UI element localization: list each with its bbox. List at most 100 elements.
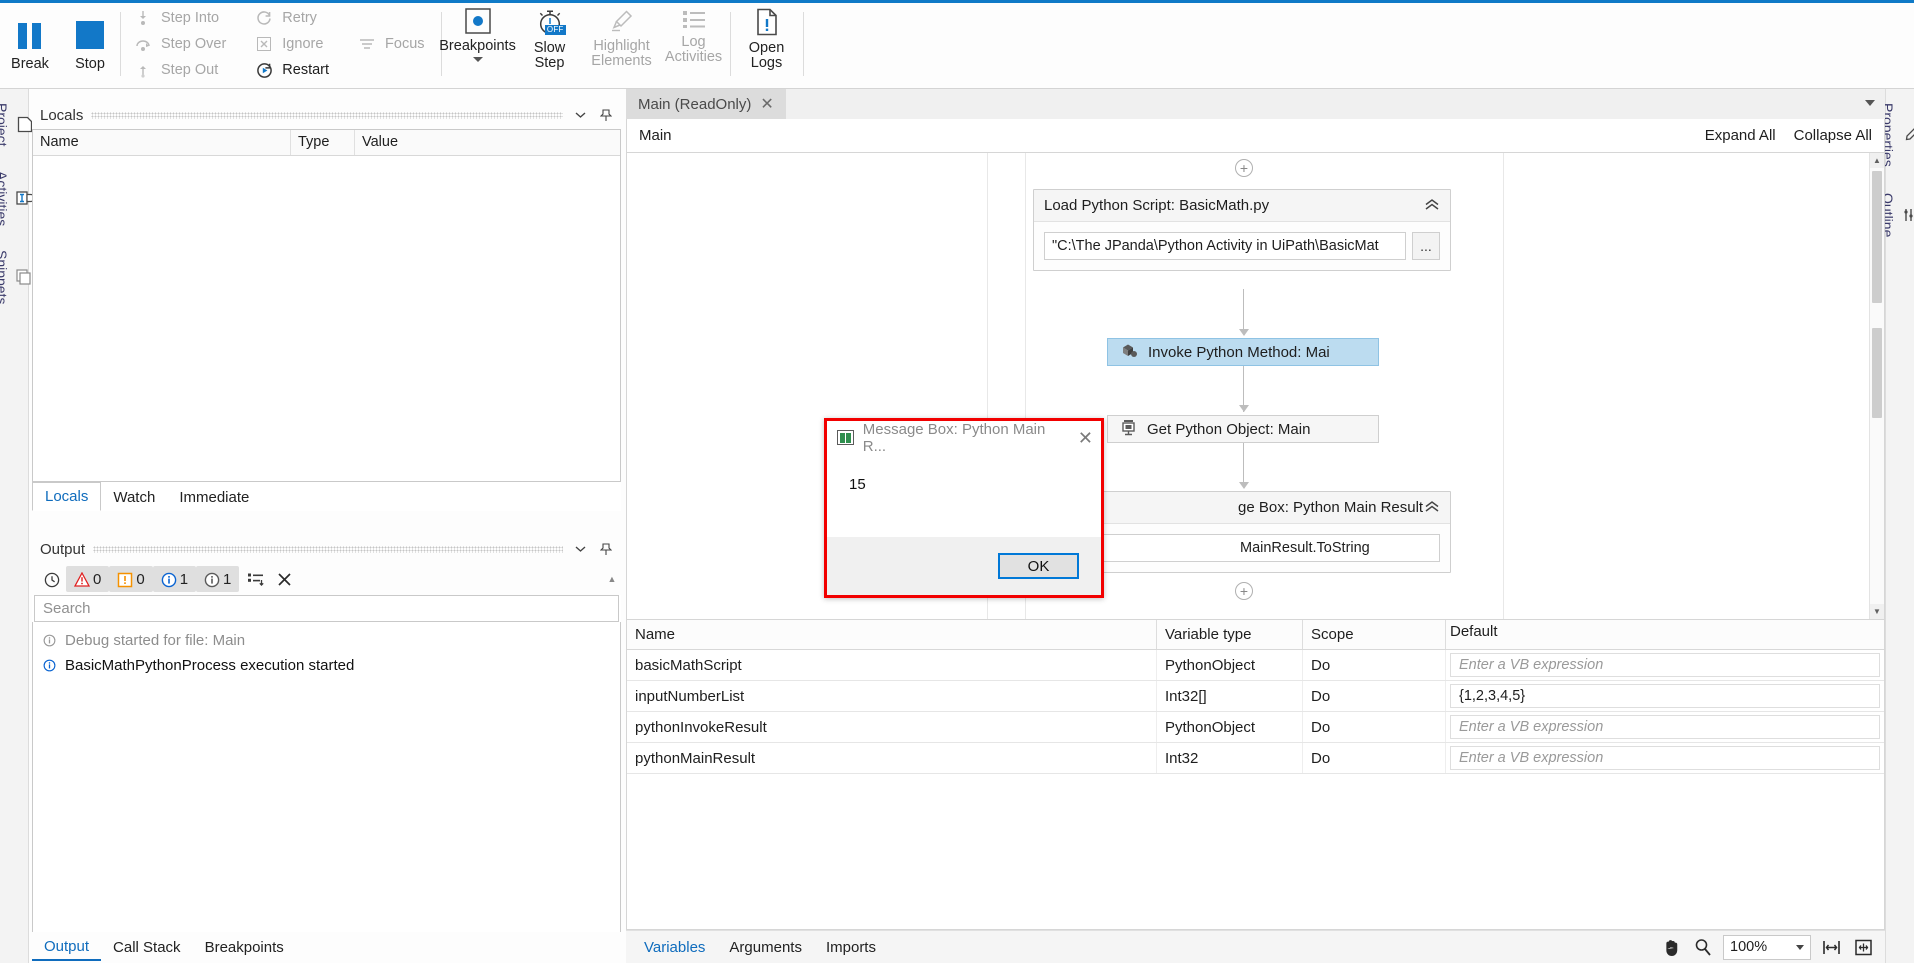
add-activity-after-messagebox[interactable]: + (1235, 582, 1253, 600)
variable-type[interactable]: Int32[] (1157, 681, 1303, 711)
variable-scope[interactable]: Do (1303, 650, 1446, 680)
tab-arguments[interactable]: Arguments (717, 935, 814, 960)
variable-default-input[interactable]: Enter a VB expression (1450, 746, 1880, 770)
output-scroll-nub[interactable]: ▲ (607, 563, 617, 595)
close-icon[interactable]: ✕ (760, 94, 773, 114)
zoom-level-select[interactable]: 100% (1723, 934, 1811, 960)
trace-filter-button[interactable]: 1 (196, 566, 240, 592)
stop-button[interactable]: Stop (60, 0, 120, 88)
fit-to-screen-icon[interactable] (1851, 935, 1875, 959)
expand-all-button[interactable]: Expand All (1705, 127, 1776, 144)
tab-imports[interactable]: Imports (814, 935, 888, 960)
variable-scope[interactable]: Do (1303, 712, 1446, 742)
sidebar-item-snippets[interactable]: Snippets (0, 244, 36, 310)
variable-scope[interactable]: Do (1303, 743, 1446, 773)
get-object-pill[interactable]: Get Python Object: Main (1107, 415, 1379, 443)
output-drag-handle[interactable] (93, 545, 563, 553)
variables-column-scope[interactable]: Scope (1303, 620, 1446, 649)
chevron-down-icon[interactable] (571, 540, 589, 558)
tab-output[interactable]: Output (32, 934, 102, 961)
output-message-list[interactable]: Debug started for file: Main BasicMathPy… (32, 622, 621, 955)
variable-name[interactable]: basicMathScript (627, 650, 1157, 680)
tab-breakpoints[interactable]: Breakpoints (193, 935, 296, 960)
variable-default-input[interactable]: Enter a VB expression (1450, 715, 1880, 739)
variable-default-input[interactable]: Enter a VB expression (1450, 653, 1880, 677)
plus-icon[interactable]: + (1235, 582, 1253, 600)
close-icon[interactable]: ✕ (1078, 429, 1093, 447)
log-activities-button[interactable]: Log Activities (658, 0, 730, 88)
export-logs-button[interactable] (239, 566, 269, 592)
tab-immediate[interactable]: Immediate (167, 484, 261, 511)
clear-output-button[interactable] (269, 566, 299, 592)
variable-name[interactable]: pythonInvokeResult (627, 712, 1157, 742)
message-box-dialog[interactable]: Message Box: Python Main R... ✕ 15 OK (824, 418, 1104, 598)
add-activity-top[interactable]: + (1235, 159, 1253, 177)
fit-to-width-icon[interactable] (1819, 935, 1843, 959)
browse-file-button[interactable]: ... (1412, 232, 1440, 260)
activity-get-python-object[interactable]: Get Python Object: Main (1107, 415, 1379, 443)
activity-load-python-script[interactable]: Load Python Script: BasicMath.py "C:\The… (1033, 189, 1451, 271)
focus-button[interactable]: Focus (353, 32, 433, 56)
variable-type[interactable]: Int32 (1157, 743, 1303, 773)
document-tab-main[interactable]: Main (ReadOnly) ✕ (626, 89, 786, 119)
variable-type[interactable]: PythonObject (1157, 712, 1303, 742)
open-logs-button[interactable]: Open Logs (731, 0, 803, 88)
chevron-down-icon[interactable] (472, 57, 483, 62)
table-row[interactable]: pythonInvokeResult PythonObject Do Enter… (627, 712, 1884, 743)
message-box-titlebar[interactable]: Message Box: Python Main R... ✕ (827, 421, 1101, 455)
output-search-input[interactable]: Search (34, 595, 619, 622)
slow-step-button[interactable]: OFF Slow Step (514, 0, 586, 88)
breakpoints-button[interactable]: Breakpoints (439, 0, 516, 88)
chevron-up-icon[interactable] (1424, 197, 1440, 214)
sidebar-item-activities[interactable]: Activities (0, 165, 36, 232)
scrollbar-thumb[interactable] (1872, 328, 1882, 418)
collapse-all-button[interactable]: Collapse All (1794, 127, 1872, 144)
panel-drag-handle[interactable] (91, 111, 563, 119)
scroll-up-arrow-icon[interactable]: ▲ (1870, 153, 1884, 168)
locals-column-type[interactable]: Type (291, 130, 355, 155)
breadcrumb[interactable]: Main (639, 127, 672, 144)
variable-type[interactable]: PythonObject (1157, 650, 1303, 680)
retry-button[interactable]: Retry (250, 6, 337, 30)
invoke-method-pill[interactable]: Invoke Python Method: Mai (1107, 338, 1379, 366)
break-button[interactable]: Break (0, 0, 60, 88)
pin-icon[interactable] (597, 540, 615, 558)
variables-column-default[interactable]: Default (1446, 620, 1884, 649)
workflow-canvas[interactable]: + Load Python Script: BasicMath.py "C:\T… (626, 153, 1885, 620)
restart-button[interactable]: Restart (250, 58, 337, 82)
pin-icon[interactable] (597, 106, 615, 124)
sidebar-item-project[interactable]: Project (0, 97, 36, 153)
step-over-button[interactable]: Step Over (129, 32, 234, 56)
variable-scope[interactable]: Do (1303, 681, 1446, 711)
chevron-down-icon[interactable] (571, 106, 589, 124)
locals-column-value[interactable]: Value (355, 130, 620, 155)
info-filter-button[interactable]: 1 (152, 566, 197, 592)
step-into-button[interactable]: Step Into (129, 6, 234, 30)
tab-watch[interactable]: Watch (101, 484, 167, 511)
table-row[interactable]: basicMathScript PythonObject Do Enter a … (627, 650, 1884, 681)
chevron-up-icon[interactable] (1424, 499, 1440, 516)
activity-invoke-python-method[interactable]: Invoke Python Method: Mai (1107, 338, 1379, 366)
canvas-vertical-scrollbar[interactable]: ▲ ▼ (1869, 153, 1884, 619)
hand-pan-icon[interactable] (1659, 935, 1683, 959)
output-message-row[interactable]: BasicMathPythonProcess execution started (33, 653, 620, 678)
magnifier-icon[interactable] (1691, 935, 1715, 959)
variable-name[interactable]: inputNumberList (627, 681, 1157, 711)
chevron-down-icon[interactable] (1865, 100, 1875, 106)
tab-call-stack[interactable]: Call Stack (101, 935, 193, 960)
script-path-input[interactable]: "C:\The JPanda\Python Activity in UiPath… (1044, 232, 1406, 260)
variables-column-name[interactable]: Name (627, 620, 1157, 649)
variable-name[interactable]: pythonMainResult (627, 743, 1157, 773)
variables-column-type[interactable]: Variable type (1157, 620, 1303, 649)
ok-button[interactable]: OK (998, 553, 1079, 579)
locals-column-name[interactable]: Name (33, 130, 291, 155)
errors-filter-button[interactable]: 0 (66, 566, 110, 592)
variable-default-input[interactable]: {1,2,3,4,5} (1450, 684, 1880, 708)
show-timestamps-button[interactable] (36, 566, 66, 592)
warnings-filter-button[interactable]: 0 (109, 566, 153, 592)
table-row[interactable]: pythonMainResult Int32 Do Enter a VB exp… (627, 743, 1884, 774)
ignore-button[interactable]: Ignore (250, 32, 337, 56)
highlight-elements-button[interactable]: Highlight Elements (586, 0, 658, 88)
tab-variables[interactable]: Variables (632, 935, 717, 960)
tab-locals[interactable]: Locals (32, 482, 102, 511)
